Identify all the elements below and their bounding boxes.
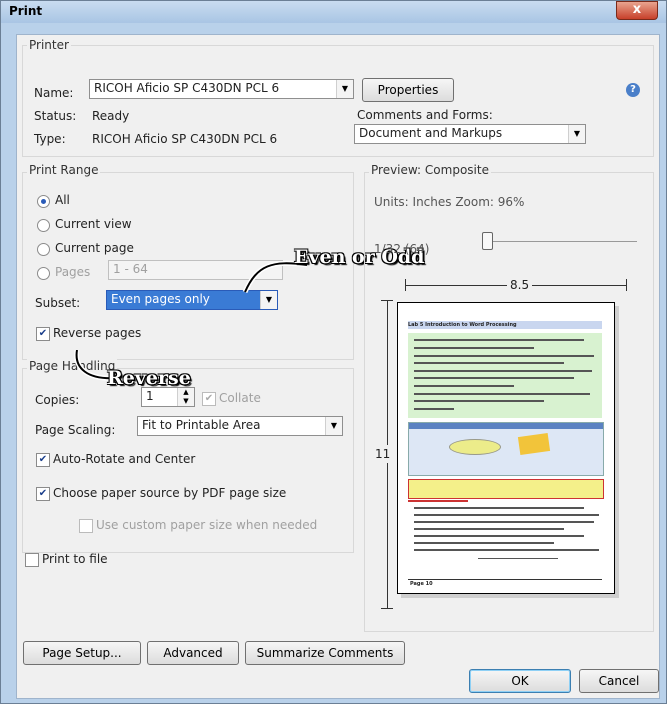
collate-checkbox[interactable]: ✔ — [202, 392, 216, 406]
auto-rotate-checkbox[interactable]: ✔ — [36, 453, 50, 467]
height-label: 11 — [375, 445, 391, 463]
reverse-pages-checkbox[interactable]: ✔ — [36, 327, 50, 341]
comments-forms-value: Document and Markups — [359, 126, 503, 140]
custom-paper-label[interactable]: Use custom paper size when needed — [96, 518, 317, 532]
width-dimension-tick — [405, 279, 406, 291]
paper-source-checkbox[interactable]: ✔ — [36, 487, 50, 501]
subset-label: Subset: — [35, 296, 81, 310]
radio-all[interactable] — [37, 195, 50, 208]
preview-doc-title: Lab 5 Introduction to Word Processing — [408, 321, 602, 329]
width-dimension-tick — [626, 279, 627, 291]
dialog-title: Print — [9, 4, 43, 18]
units-zoom-label: Units: Inches Zoom: 96% — [374, 195, 525, 209]
radio-current-view-label[interactable]: Current view — [55, 217, 132, 231]
subset-value: Even pages only — [111, 292, 210, 306]
page-slider-track[interactable] — [487, 241, 637, 242]
page-scaling-value: Fit to Printable Area — [142, 418, 261, 432]
reverse-pages-label[interactable]: Reverse pages — [53, 326, 141, 340]
page-scaling-label: Page Scaling: — [35, 423, 116, 437]
advanced-button[interactable]: Advanced — [147, 641, 239, 665]
help-icon[interactable]: ? — [626, 83, 640, 97]
comments-forms-select[interactable]: Document and Markups ▼ — [354, 124, 586, 144]
copies-label: Copies: — [35, 393, 80, 407]
summarize-comments-button[interactable]: Summarize Comments — [245, 641, 405, 665]
properties-button[interactable]: Properties — [362, 78, 454, 102]
preview-doc-footer-rule — [408, 579, 602, 580]
print-to-file-label[interactable]: Print to file — [42, 552, 108, 566]
height-dimension-tick — [381, 300, 393, 301]
printer-group-label: Printer — [27, 38, 71, 52]
print-dialog: Print x Printer Name: RICOH Aficio SP C4… — [0, 0, 667, 704]
cancel-button[interactable]: Cancel — [579, 669, 659, 693]
radio-current-page[interactable] — [37, 243, 50, 256]
print-range-label: Print Range — [27, 163, 101, 177]
preview-doc-body — [408, 500, 602, 565]
status-label: Status: — [34, 109, 77, 123]
radio-all-label[interactable]: All — [55, 193, 70, 207]
comments-forms-label: Comments and Forms: — [357, 108, 493, 122]
page-slider-handle[interactable] — [482, 232, 493, 250]
page-counter: 1/32 (64) — [374, 242, 430, 256]
chevron-down-icon: ▼ — [568, 125, 585, 143]
preview-label: Preview: Composite — [369, 163, 491, 177]
paper-source-label[interactable]: Choose paper source by PDF page size — [53, 486, 286, 500]
close-button[interactable]: x — [616, 1, 658, 20]
title-bar: Print x — [1, 1, 666, 23]
name-label: Name: — [34, 86, 74, 100]
width-label: 8.5 — [507, 278, 533, 292]
preview-doc-instructions — [408, 333, 602, 418]
collate-label[interactable]: Collate — [219, 391, 261, 405]
chevron-down-icon: ▼ — [325, 417, 342, 435]
status-value: Ready — [92, 109, 130, 123]
ok-button[interactable]: OK — [469, 669, 571, 693]
copies-value: 1 — [146, 389, 154, 403]
radio-pages[interactable] — [37, 267, 50, 280]
custom-paper-checkbox[interactable] — [79, 519, 93, 533]
close-icon: x — [632, 2, 642, 17]
radio-pages-label[interactable]: Pages — [55, 265, 90, 279]
preview-doc-highlight — [408, 479, 604, 499]
printer-name-value: RICOH Aficio SP C430DN PCL 6 — [94, 81, 280, 95]
type-label: Type: — [34, 132, 66, 146]
print-to-file-checkbox[interactable] — [25, 553, 39, 567]
printer-name-select[interactable]: RICOH Aficio SP C430DN PCL 6 ▼ — [89, 79, 354, 99]
chevron-down-icon: ▼ — [336, 80, 353, 98]
preview-page: Lab 5 Introduction to Word Processing Pa… — [397, 302, 615, 594]
preview-doc-screenshot — [408, 422, 604, 476]
auto-rotate-label[interactable]: Auto-Rotate and Center — [53, 452, 195, 466]
radio-current-view[interactable] — [37, 219, 50, 232]
copies-input[interactable]: 1 ▲ ▼ — [141, 387, 195, 407]
type-value: RICOH Aficio SP C430DN PCL 6 — [92, 132, 278, 146]
preview-doc-footer: Page 10 — [410, 581, 433, 587]
page-setup-button[interactable]: Page Setup... — [23, 641, 141, 665]
reverse-annotation: Reverse — [107, 367, 191, 389]
radio-current-page-label[interactable]: Current page — [55, 241, 134, 255]
spinner-icon[interactable]: ▲ ▼ — [177, 388, 194, 406]
page-scaling-select[interactable]: Fit to Printable Area ▼ — [137, 416, 343, 436]
height-dimension-tick — [381, 608, 393, 609]
